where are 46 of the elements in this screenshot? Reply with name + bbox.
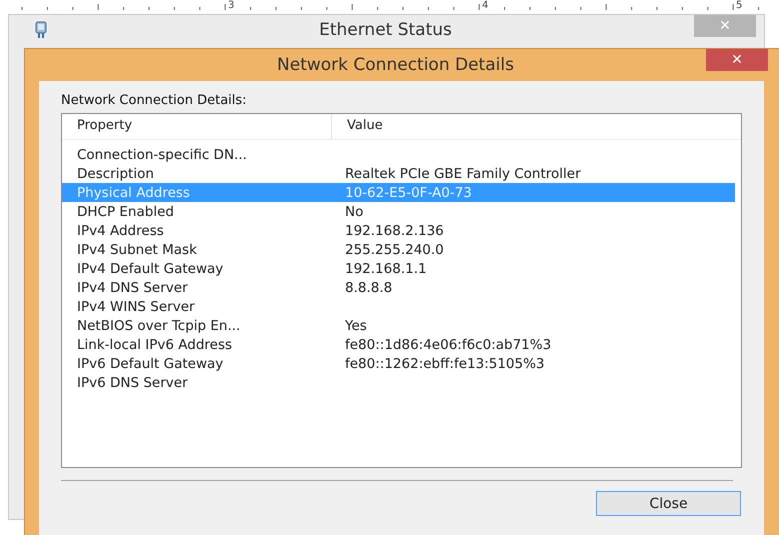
dialog-title: Network Connection Details [276,54,515,75]
value-cell-text: 192.168.1.1 [344,260,427,276]
window-title: Ethernet Status [318,20,453,40]
value-cell-text: 192.168.2.136 [344,222,444,238]
property-cell-text: IPv4 Subnet Mask [76,242,198,258]
list-row[interactable]: Description Realtek PCIe GBE Family Controller [62,164,735,183]
list-row[interactable]: DHCP Enabled No [62,202,735,221]
property-cell-text: NetBIOS over Tcpip En... [76,318,242,334]
value-cell-text: Realtek PCIe GBE Family Controller [344,166,581,182]
property-cell-text: Description [76,166,155,182]
list-row[interactable]: NetBIOS over Tcpip En... Yes [62,316,735,335]
value-cell-text: 255.255.240.0 [344,242,444,258]
ruler-number: 4 [482,0,488,11]
property-cell-text: IPv6 Default Gateway [76,356,224,372]
list-row[interactable]: IPv6 DNS Server [62,373,735,392]
close-button[interactable]: ✕ [706,49,768,71]
ruler-number: 5 [736,0,742,11]
list-row[interactable]: IPv4 DNS Server 8.8.8.8 [62,278,735,297]
property-cell-text: Link-local IPv6 Address [76,336,234,352]
network-plug-icon [35,21,47,39]
property-cell-text: IPv4 WINS Server [76,298,196,314]
list-label: Network Connection Details: [61,93,248,108]
list-row[interactable]: Link-local IPv6 Address fe80::1d86:4e06:f6c0:ab71%3 [62,335,735,354]
list-row[interactable]: IPv4 WINS Server [62,297,735,316]
list-row[interactable]: Connection-specific DN... [62,145,735,164]
property-cell-text: DHCP Enabled [76,204,175,220]
column-header[interactable]: Property [62,114,332,139]
property-cell-text: Connection-specific DN... [76,146,248,162]
value-cell-text: fe80::1d86:4e06:f6c0:ab71%3 [344,336,552,352]
property-cell-text: IPv6 DNS Server [76,374,189,390]
value-cell-text: 10-62-E5-0F-A0-73 [344,184,472,200]
ruler-number: 3 [228,0,234,11]
value-cell-text: fe80::1262:ebff:fe13:5105%3 [344,356,545,372]
property-cell-text: IPv4 Default Gateway [76,260,224,276]
value-cell-text: 8.8.8.8 [344,280,392,296]
property-cell-text: IPv4 Address [76,222,165,238]
value-cell-text: Yes [344,318,367,334]
close-button[interactable]: Close [596,491,741,516]
list-row[interactable]: IPv4 Address 192.168.2.136 [62,221,735,240]
property-cell-text: IPv4 DNS Server [76,280,189,296]
property-cell-text: Physical Address [76,184,191,200]
list-row[interactable]: IPv6 Default Gateway fe80::1262:ebff:fe13:5105%3 [62,354,735,373]
value-cell-text: No [344,204,364,220]
column-header[interactable]: Value [332,114,383,139]
list-row[interactable]: IPv4 Default Gateway 192.168.1.1 [62,259,735,278]
list-row[interactable]: IPv4 Subnet Mask 255.255.240.0 [62,240,735,259]
